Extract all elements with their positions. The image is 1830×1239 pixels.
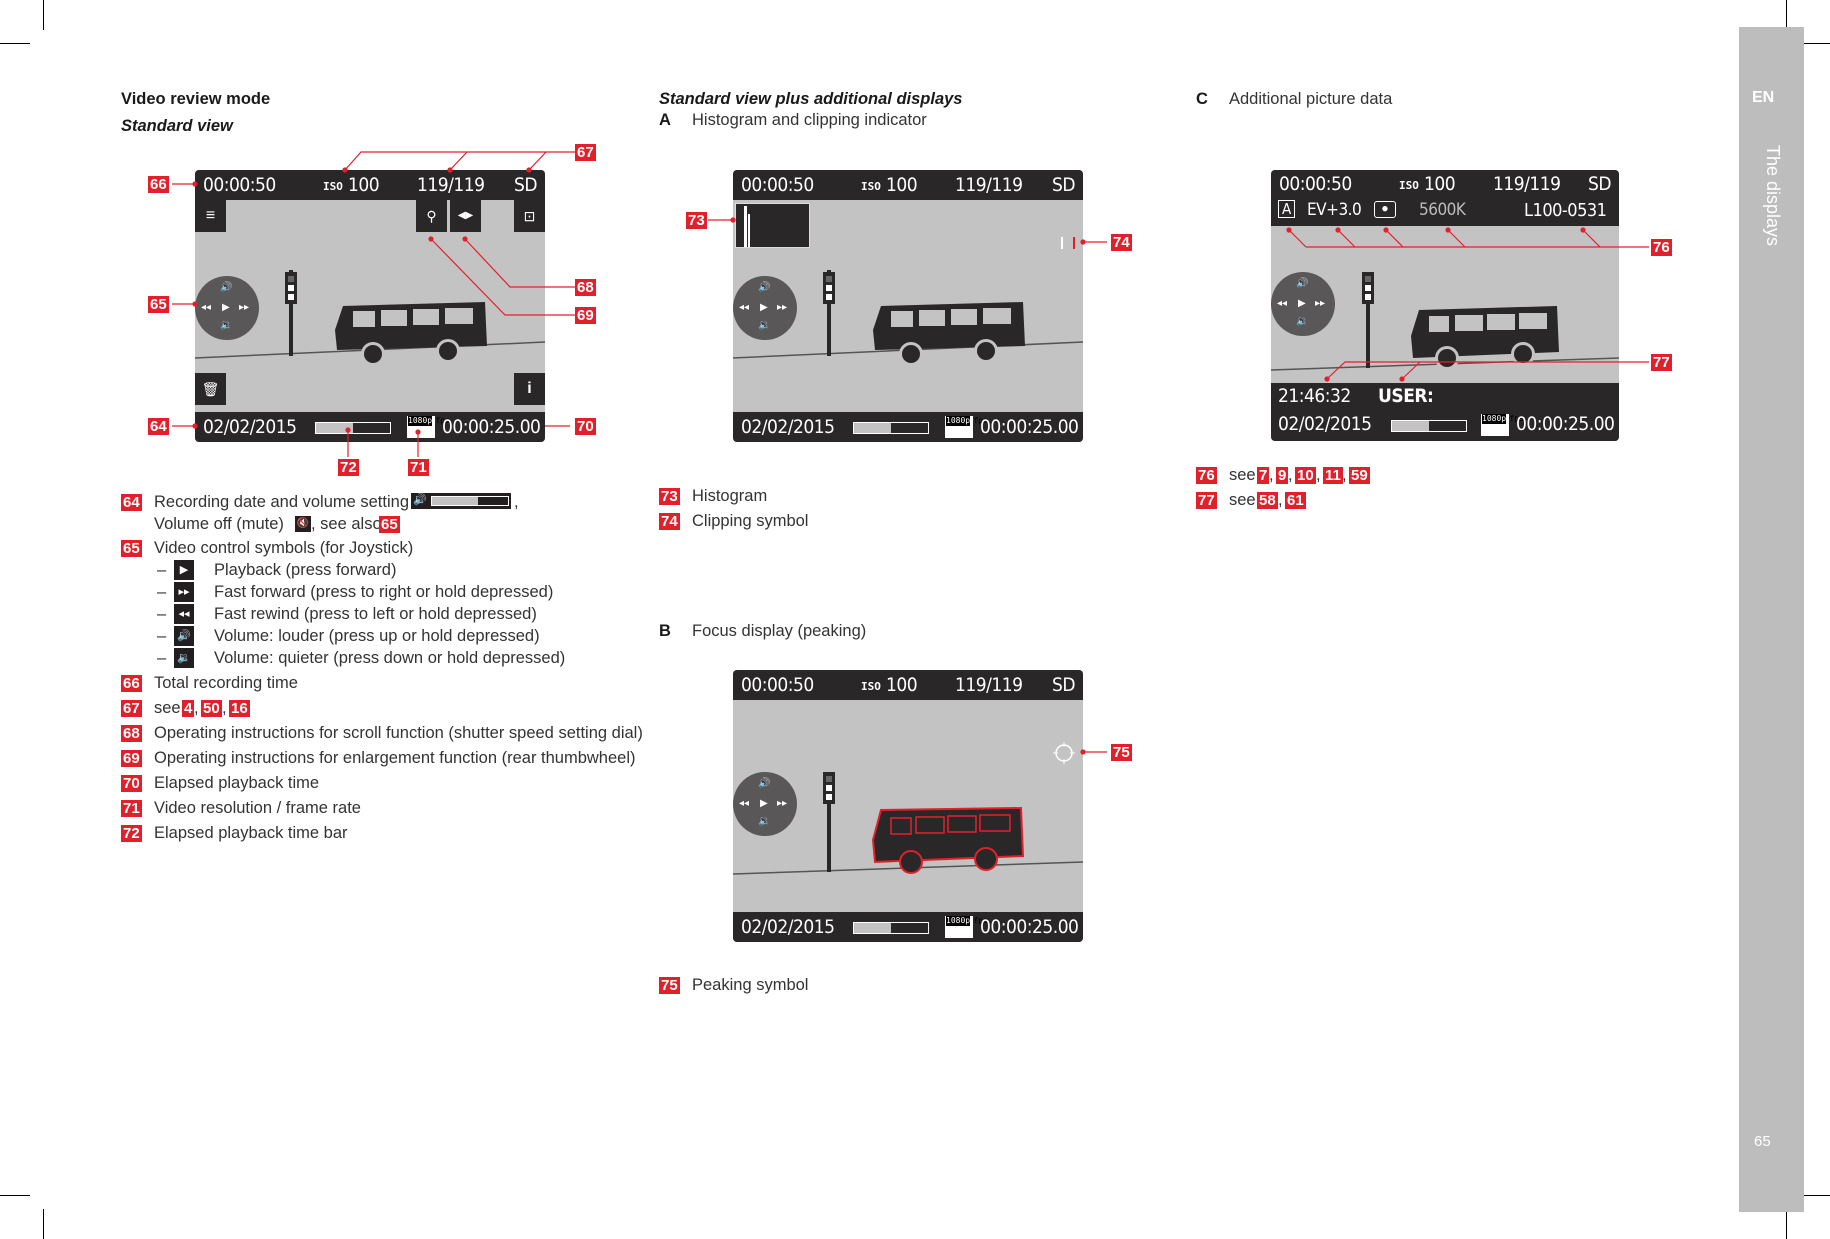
item-number: 76 <box>1196 467 1217 484</box>
ref-badge[interactable]: 11 <box>1323 467 1343 484</box>
callout-lines-screenC <box>1286 227 1649 382</box>
callout-77: 77 <box>1651 354 1672 371</box>
item-label: see <box>1229 491 1256 509</box>
ref-badge[interactable]: 9 <box>1276 467 1289 484</box>
comma: , <box>1288 466 1293 484</box>
item-label: see <box>1229 466 1256 484</box>
ref-badge[interactable]: 61 <box>1285 492 1306 509</box>
legend-list-picture-data: 76 see 7 , 9 , 10 , 11 , 59 77 see 58 , … <box>1196 466 1596 516</box>
ref-badge[interactable]: 10 <box>1295 467 1316 484</box>
comma: , <box>1316 466 1321 484</box>
comma: , <box>1278 491 1283 509</box>
ref-badge[interactable]: 58 <box>1257 492 1278 509</box>
item-number: 77 <box>1196 492 1217 509</box>
comma: , <box>1269 466 1274 484</box>
callout-76: 76 <box>1651 239 1672 256</box>
ref-badge[interactable]: 59 <box>1349 467 1370 484</box>
ref-badge[interactable]: 7 <box>1257 467 1270 484</box>
comma: , <box>1342 466 1347 484</box>
